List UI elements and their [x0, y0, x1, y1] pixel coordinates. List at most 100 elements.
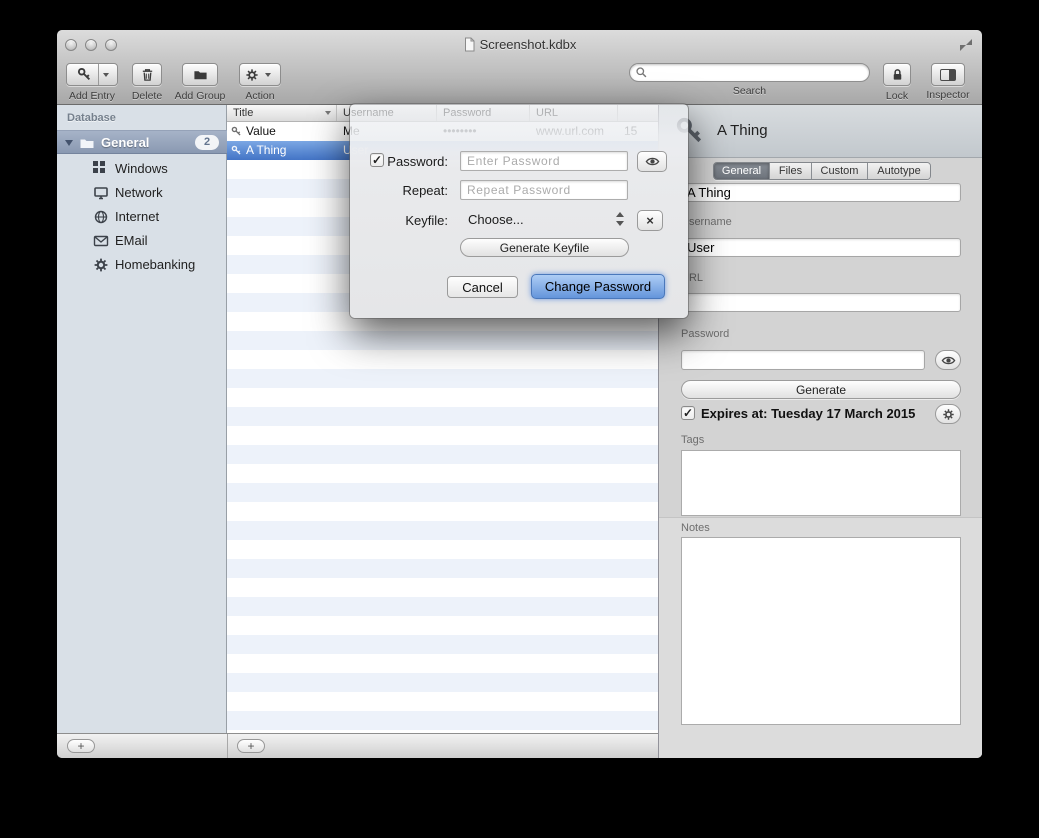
generate-password-button[interactable]: Generate	[681, 380, 961, 399]
action-item: Action	[237, 63, 283, 102]
fullscreen-icon[interactable]	[960, 39, 972, 51]
folder-plus-icon	[193, 67, 208, 82]
inspector-item: Inspector	[917, 63, 979, 101]
key-icon	[231, 126, 242, 137]
add-entry-button[interactable]	[66, 63, 118, 86]
generate-keyfile-button[interactable]: Generate Keyfile	[460, 238, 629, 257]
cancel-button[interactable]: Cancel	[447, 276, 518, 298]
envelope-icon	[93, 233, 109, 249]
expires-checkbox[interactable]: ✓	[681, 406, 695, 420]
window-title: Screenshot.kdbx	[57, 37, 982, 52]
key-icon	[231, 145, 242, 156]
inspector-button[interactable]	[931, 63, 965, 86]
network-icon	[93, 185, 109, 201]
folder-icon	[79, 135, 95, 151]
password-field[interactable]	[681, 350, 925, 370]
sidebar-group-label: General	[101, 135, 149, 150]
search-item: Search	[629, 63, 870, 97]
change-password-dialog: ✓ Password: Repeat: Keyfile: Choose... ×…	[350, 104, 688, 318]
sidebar-item-homebanking[interactable]: Homebanking	[57, 253, 227, 277]
window-chrome: Screenshot.kdbx Add Entry Delete Add Gro…	[57, 30, 982, 105]
keyfile-popup[interactable]: Choose...	[468, 212, 524, 227]
add-group-button[interactable]	[182, 63, 218, 86]
gear-icon	[93, 257, 109, 273]
inspector-tabs: General Files Custom Autotype	[713, 162, 931, 180]
dialog-keyfile-label: Keyfile:	[386, 213, 448, 228]
sidebar: Database General 2 Windows Network Inter…	[57, 105, 227, 733]
username-label: Username	[681, 216, 732, 228]
dialog-reveal-password-button[interactable]	[637, 151, 667, 172]
sidebar-section-header: Database	[67, 112, 116, 124]
trash-icon	[140, 67, 155, 82]
sidebar-item-windows[interactable]: Windows	[57, 157, 227, 181]
lock-item: Lock	[879, 63, 915, 102]
add-entry-plus-button[interactable]: +	[237, 739, 265, 753]
tags-label: Tags	[681, 434, 704, 446]
delete-button[interactable]	[132, 63, 162, 86]
sort-indicator-icon	[325, 111, 331, 115]
eye-icon	[645, 154, 660, 169]
gear-icon	[245, 68, 259, 82]
globe-icon	[93, 209, 109, 225]
password-checkbox[interactable]: ✓	[370, 153, 384, 167]
sidebar-item-network[interactable]: Network	[57, 181, 227, 205]
chevron-down-icon	[103, 73, 109, 77]
inspector-label: Inspector	[917, 89, 979, 101]
search-input[interactable]	[629, 63, 870, 82]
lock-label: Lock	[879, 90, 915, 102]
sidebar-item-internet[interactable]: Internet	[57, 205, 227, 229]
delete-label: Delete	[127, 90, 167, 102]
expires-label: Expires at: Tuesday 17 March 2015	[701, 406, 915, 421]
document-icon	[463, 37, 476, 52]
app-window: Screenshot.kdbx Add Entry Delete Add Gro…	[57, 30, 982, 758]
dialog-password-label: Password:	[386, 154, 448, 169]
search-label: Search	[629, 85, 870, 97]
add-entry-item: Add Entry	[63, 63, 121, 102]
lock-button[interactable]	[883, 63, 911, 86]
dialog-repeat-label: Repeat:	[386, 183, 448, 198]
notes-field[interactable]	[681, 537, 961, 725]
username-field[interactable]	[681, 238, 961, 257]
inspector-header: A Thing	[659, 105, 982, 158]
add-group-label: Add Group	[169, 90, 231, 102]
column-header-title[interactable]: Title	[227, 105, 337, 121]
search-icon	[635, 66, 648, 79]
windows-icon	[93, 161, 105, 173]
inspector-entry-title: A Thing	[717, 122, 768, 139]
url-field[interactable]	[681, 293, 961, 312]
key-icon	[77, 67, 92, 82]
eye-icon	[941, 353, 956, 368]
title-field[interactable]	[681, 183, 961, 202]
tab-general[interactable]: General	[714, 163, 770, 179]
dialog-password-input[interactable]	[460, 151, 628, 171]
inspector-panel: A Thing General Files Custom Autotype Us…	[658, 105, 982, 758]
add-entry-label: Add Entry	[63, 90, 121, 102]
lock-icon	[890, 67, 905, 82]
tab-custom[interactable]: Custom	[812, 163, 868, 179]
screen-background: { "window": { "title": "Screenshot.kdbx"…	[0, 0, 1039, 838]
chevron-down-icon	[265, 73, 271, 77]
action-button[interactable]	[239, 63, 281, 86]
password-label: Password	[681, 328, 729, 340]
tags-field[interactable]	[681, 450, 961, 516]
clear-keyfile-button[interactable]: ×	[637, 210, 663, 231]
divider	[227, 734, 228, 758]
sidebar-group-general[interactable]: General 2	[57, 130, 227, 154]
reveal-password-button[interactable]	[935, 350, 961, 370]
change-password-button[interactable]: Change Password	[531, 274, 665, 299]
expiry-settings-button[interactable]	[935, 404, 961, 424]
tab-autotype[interactable]: Autotype	[868, 163, 930, 179]
action-label: Action	[237, 90, 283, 102]
add-group-plus-button[interactable]: +	[67, 739, 95, 753]
sidebar-item-email[interactable]: EMail	[57, 229, 227, 253]
inspector-panel-icon	[940, 69, 956, 81]
tab-files[interactable]: Files	[770, 163, 812, 179]
popup-stepper-icon[interactable]	[616, 212, 624, 226]
bottom-bar: + +	[57, 733, 658, 758]
delete-item: Delete	[127, 63, 167, 102]
dialog-repeat-input[interactable]	[460, 180, 628, 200]
disclosure-triangle-icon[interactable]	[65, 140, 73, 146]
add-group-item: Add Group	[169, 63, 231, 102]
notes-label: Notes	[681, 522, 710, 534]
entry-count-badge: 2	[195, 135, 219, 150]
